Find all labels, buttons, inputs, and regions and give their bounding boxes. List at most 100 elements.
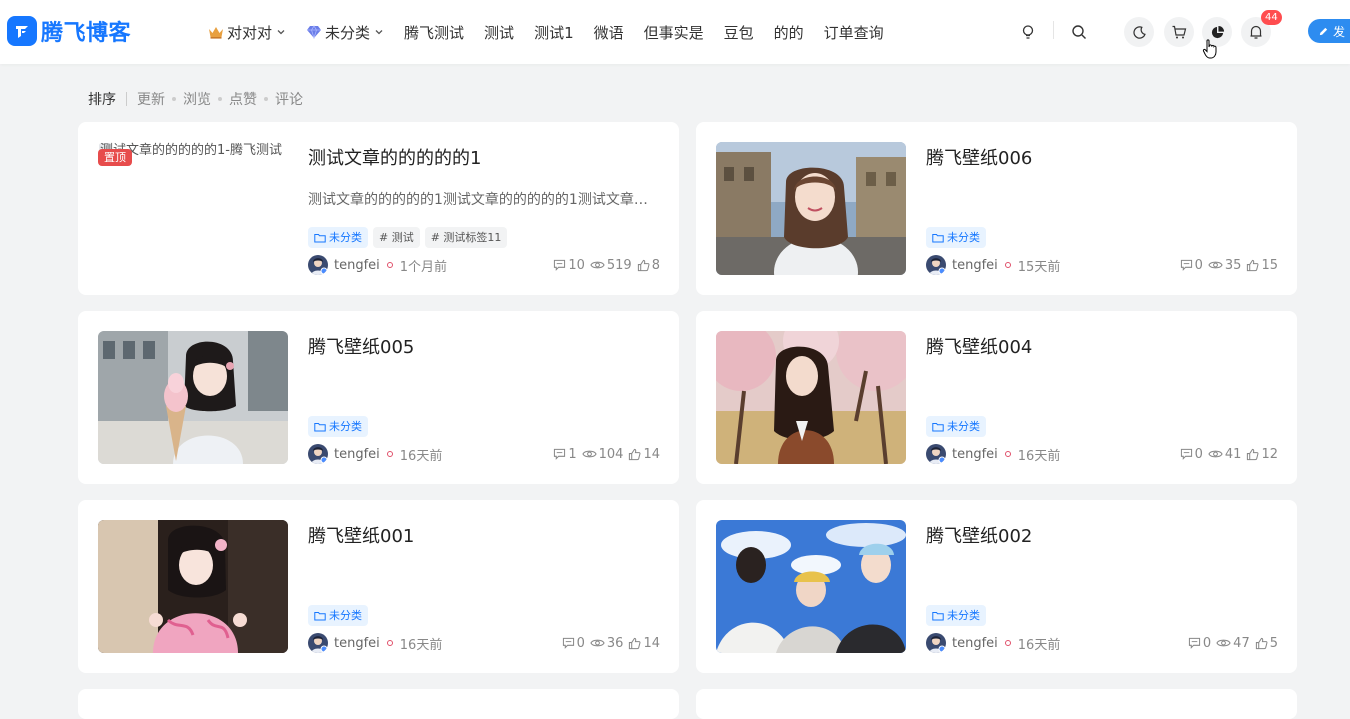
wallpaper-cherry-blossom-image	[716, 331, 906, 464]
sort-label: 排序	[88, 92, 116, 108]
hashtag-tag[interactable]: # 测试	[373, 227, 420, 248]
like-count[interactable]: 12	[1246, 447, 1278, 462]
sort-option-comments[interactable]: 评论	[275, 89, 303, 109]
author-avatar[interactable]	[308, 444, 328, 464]
post-thumbnail[interactable]	[716, 520, 906, 653]
hashtag-tag[interactable]: # 测试标签11	[424, 227, 508, 248]
lightbulb-icon[interactable]	[1013, 17, 1043, 47]
eye-icon	[581, 450, 597, 458]
like-count[interactable]: 15	[1246, 258, 1278, 273]
author-name[interactable]: tengfei	[334, 447, 380, 462]
post-thumbnail[interactable]	[716, 331, 906, 464]
post-card[interactable]: 腾飞壁纸005 未分类 tengfei 16天前 1 104 14	[78, 311, 679, 484]
category-tag[interactable]: 未分类	[308, 605, 368, 626]
post-time: 16天前	[399, 637, 443, 653]
nav-item-weifenlei[interactable]: 未分类	[306, 22, 384, 43]
author-avatar[interactable]	[926, 444, 946, 464]
nav-item-duiduidui[interactable]: 对对对	[208, 22, 286, 43]
post-card-partial[interactable]	[78, 689, 679, 719]
post-thumbnail[interactable]	[716, 142, 906, 275]
comment-icon	[562, 637, 574, 649]
category-tag[interactable]: 未分类	[926, 605, 986, 626]
eye-icon	[1208, 261, 1223, 269]
nav-item-weiyu[interactable]: 微语	[594, 22, 624, 43]
post-tags: 未分类	[926, 416, 991, 437]
sort-option-views[interactable]: 浏览	[183, 89, 211, 109]
author-name[interactable]: tengfei	[952, 447, 998, 462]
view-count: 35	[1208, 258, 1241, 273]
author-name[interactable]: tengfei	[334, 258, 380, 273]
author-name[interactable]: tengfei	[952, 636, 998, 651]
thumbs-up-icon	[1255, 637, 1268, 649]
author-name[interactable]: tengfei	[334, 636, 380, 651]
author-avatar[interactable]	[308, 633, 328, 653]
post-title[interactable]: 腾飞壁纸005	[308, 333, 414, 359]
category-tag[interactable]: 未分类	[308, 227, 368, 248]
category-tag-label: 未分类	[947, 231, 980, 244]
nav-item-ceshi1[interactable]: 测试1	[534, 22, 574, 43]
category-tag-label: 未分类	[329, 609, 362, 622]
sort-bar: 排序 更新 浏览 点赞 评论	[88, 90, 303, 108]
nav-item-danshishi[interactable]: 但事实是	[644, 22, 704, 43]
meta-dot	[386, 451, 393, 457]
post-thumbnail-broken[interactable]: 测试文章的的的的的1-腾飞测试 置顶	[98, 142, 288, 275]
like-count[interactable]: 14	[628, 447, 660, 462]
nav-item-label: 对对对	[227, 23, 273, 42]
author-name[interactable]: tengfei	[952, 258, 998, 273]
post-card[interactable]: 腾飞壁纸002 未分类 tengfei 16天前 0 47 5	[696, 500, 1297, 673]
author-avatar[interactable]	[308, 255, 328, 275]
comment-count-value: 10	[568, 257, 585, 273]
post-stats: 0 41 12	[1175, 447, 1278, 462]
author-avatar[interactable]	[926, 633, 946, 653]
dark-mode-moon-icon[interactable]	[1124, 17, 1154, 47]
post-stats: 0 36 14	[557, 636, 660, 651]
post-title[interactable]: 测试文章的的的的的1	[308, 144, 481, 170]
category-tag[interactable]: 未分类	[308, 416, 368, 437]
post-card[interactable]: 测试文章的的的的的1-腾飞测试 置顶 测试文章的的的的的1 测试文章的的的的的1…	[78, 122, 679, 295]
post-tags: 未分类	[926, 227, 991, 248]
post-title[interactable]: 腾飞壁纸002	[926, 522, 1032, 548]
shopping-cart-icon[interactable]	[1164, 17, 1194, 47]
sort-dot	[172, 97, 176, 101]
nav-item-doubao[interactable]: 豆包	[724, 22, 754, 43]
post-title[interactable]: 腾飞壁纸001	[308, 522, 414, 548]
post-card[interactable]: 腾飞壁纸004 未分类 tengfei 16天前 0 41 12	[696, 311, 1297, 484]
sort-dot	[264, 97, 268, 101]
post-title[interactable]: 腾飞壁纸006	[926, 144, 1032, 170]
post-card[interactable]: 腾飞壁纸006 未分类 tengfei 15天前 0 35 15	[696, 122, 1297, 295]
category-tag[interactable]: 未分类	[926, 227, 986, 248]
notification-count-badge: 44	[1261, 10, 1282, 25]
sort-option-likes[interactable]: 点赞	[229, 89, 257, 109]
publish-button-label: 发	[1333, 24, 1346, 39]
like-count[interactable]: 5	[1255, 636, 1278, 651]
nav-item-dede[interactable]: 的的	[774, 22, 804, 43]
nav-item-label: 未分类	[325, 23, 371, 42]
comment-count: 0	[1180, 447, 1203, 462]
nav-item-order-query[interactable]: 订单查询	[824, 22, 884, 43]
publish-button[interactable]: 发	[1308, 19, 1350, 43]
site-logo[interactable]: 腾飞博客	[7, 15, 131, 47]
diamond-icon	[306, 25, 322, 39]
category-tag[interactable]: 未分类	[926, 416, 986, 437]
comment-count: 0	[562, 636, 585, 651]
search-icon[interactable]	[1064, 17, 1094, 47]
view-count: 519	[590, 258, 632, 273]
post-card[interactable]: 腾飞壁纸001 未分类 tengfei 16天前 0 36 14	[78, 500, 679, 673]
category-tag-label: 未分类	[947, 420, 980, 433]
eye-icon	[1216, 639, 1231, 647]
comment-icon	[1188, 637, 1200, 649]
post-thumbnail[interactable]	[98, 520, 288, 653]
post-meta: tengfei 16天前 0 41 12	[926, 444, 1278, 464]
post-title[interactable]: 腾飞壁纸004	[926, 333, 1032, 359]
like-count[interactable]: 14	[628, 636, 660, 651]
like-count[interactable]: 8	[637, 258, 660, 273]
post-card-partial[interactable]	[696, 689, 1297, 719]
post-tags: 未分类	[308, 416, 373, 437]
nav-item-tengfei-ceshi[interactable]: 腾飞测试	[404, 22, 464, 43]
post-thumbnail[interactable]	[98, 331, 288, 464]
wallpaper-group-sky-image	[716, 520, 906, 653]
author-avatar[interactable]	[926, 255, 946, 275]
folder-icon	[932, 611, 944, 621]
sort-option-updated[interactable]: 更新	[137, 89, 165, 109]
nav-item-ceshi[interactable]: 测试	[484, 22, 514, 43]
